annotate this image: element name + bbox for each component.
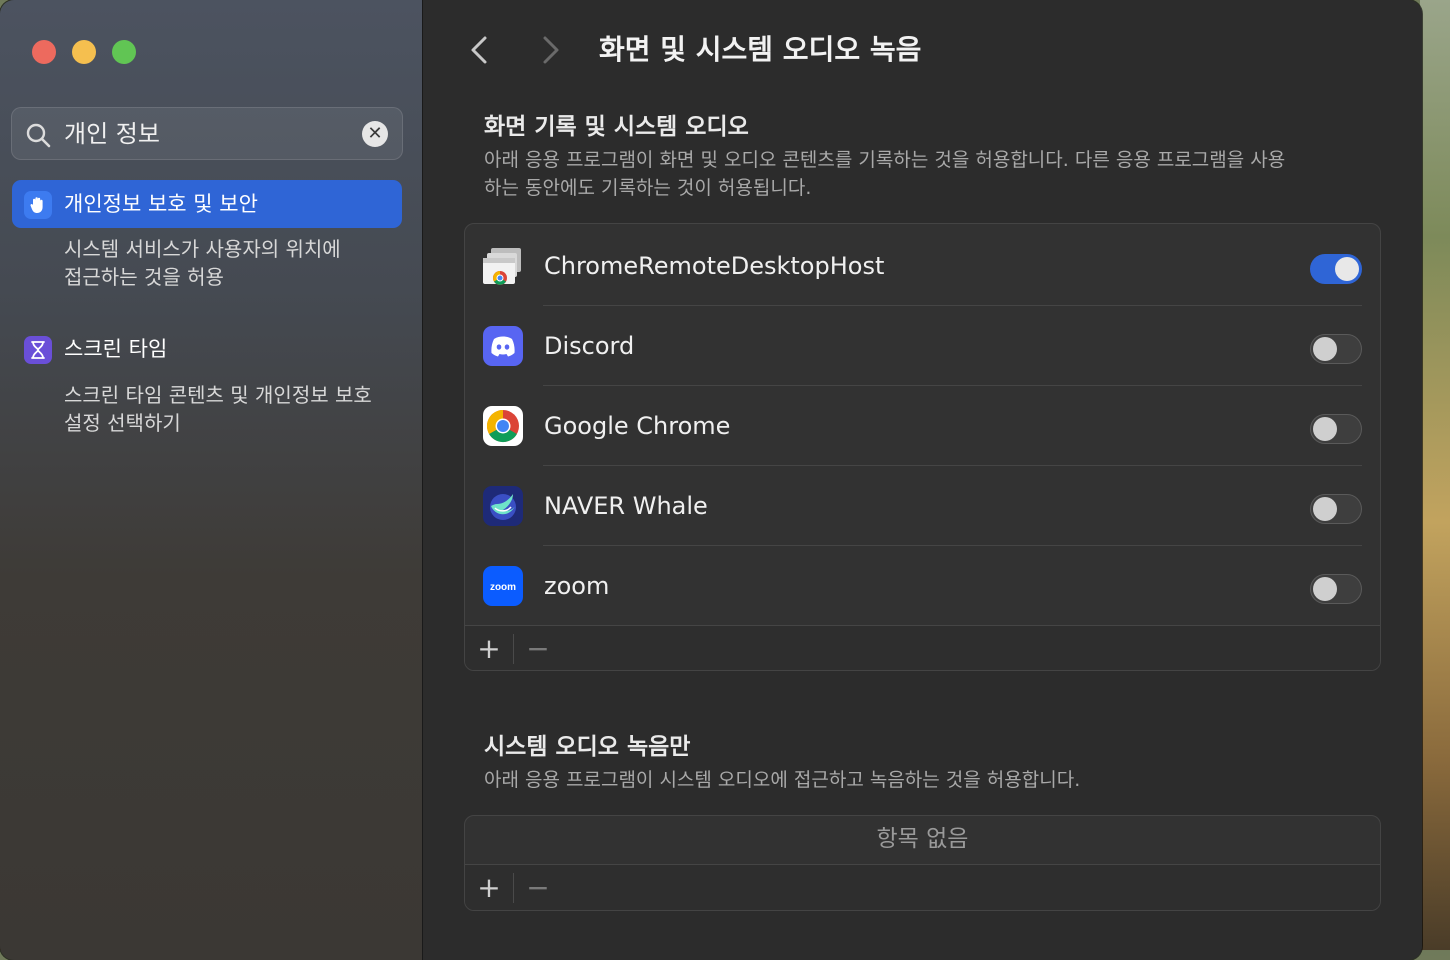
section-description-system-audio: 아래 응용 프로그램이 시스템 오디오에 접근하고 녹음하는 것을 허용합니다. (484, 769, 1081, 791)
sidebar-subitem-line: 접근하는 것을 허용 (64, 265, 224, 289)
app-row-naver-whale: NAVER Whale (465, 466, 1380, 546)
app-row-discord: Discord (465, 306, 1380, 386)
desktop-wallpaper (1420, 0, 1450, 950)
clear-search-icon[interactable]: ✕ (362, 121, 388, 147)
add-audio-app-button[interactable]: + (474, 873, 504, 903)
app-row-zoom: zoom zoom (465, 546, 1380, 626)
app-name: NAVER Whale (544, 492, 708, 520)
remove-app-button[interactable]: − (523, 634, 553, 664)
sidebar-item-privacy-security[interactable]: 개인정보 보호 및 보안 (12, 180, 402, 228)
sidebar-subitem-line: 스크린 타임 콘텐츠 및 개인정보 보호 (64, 383, 372, 407)
empty-list-label: 항목 없음 (876, 826, 969, 852)
hourglass-icon (24, 336, 52, 364)
sidebar: 개인 정보 ✕ 개인정보 보호 및 보안 시스템 서비스가 사용자의 위치에 접… (0, 0, 423, 960)
chrome-remote-desktop-icon (483, 246, 523, 286)
search-field[interactable]: 개인 정보 ✕ (11, 107, 403, 160)
footer-divider (513, 873, 514, 903)
section-title-system-audio: 시스템 오디오 녹음만 (484, 734, 691, 760)
chrome-icon (483, 406, 523, 446)
sidebar-item-label: 스크린 타임 (64, 337, 168, 361)
close-window-button[interactable] (32, 40, 56, 64)
section-title-screen-recording: 화면 기록 및 시스템 오디오 (484, 114, 749, 140)
naver-whale-toggle[interactable] (1310, 494, 1362, 524)
add-app-button[interactable]: + (474, 634, 504, 664)
search-icon (26, 123, 51, 148)
toggle-knob (1313, 337, 1337, 361)
forward-button[interactable] (535, 30, 565, 70)
toggle-knob (1313, 577, 1337, 601)
app-name: Google Chrome (544, 412, 731, 440)
app-name: zoom (544, 572, 610, 600)
maximize-window-button[interactable] (112, 40, 136, 64)
app-row-chromeremotedesktophost: ChromeRemoteDesktopHost (465, 226, 1380, 306)
description-line: 하는 동안에도 기록하는 것이 허용됩니다. (484, 177, 812, 199)
footer-divider (513, 634, 514, 664)
hand-icon (24, 191, 52, 219)
toggle-knob (1313, 417, 1337, 441)
list-footer: + − (465, 864, 1380, 910)
minimize-window-button[interactable] (72, 40, 96, 64)
sidebar-subitem-line: 시스템 서비스가 사용자의 위치에 (64, 237, 341, 261)
discord-toggle[interactable] (1310, 334, 1362, 364)
sidebar-subitem-screen-time-content[interactable]: 스크린 타임 콘텐츠 및 개인정보 보호 설정 선택하기 (64, 381, 404, 437)
search-input[interactable]: 개인 정보 (64, 119, 160, 149)
sidebar-item-label: 개인정보 보호 및 보안 (64, 192, 258, 216)
description-line: 아래 응용 프로그램이 화면 및 오디오 콘텐츠를 기록하는 것을 허용합니다.… (484, 149, 1286, 171)
toggle-knob (1335, 257, 1359, 281)
system-audio-app-list: 항목 없음 + − (464, 815, 1381, 911)
toggle-knob (1313, 497, 1337, 521)
remove-audio-app-button[interactable]: − (523, 873, 553, 903)
google-chrome-toggle[interactable] (1310, 414, 1362, 444)
sidebar-item-screen-time[interactable]: 스크린 타임 (12, 325, 402, 373)
screen-recording-app-list: ChromeRemoteDesktopHost Discord Google C… (464, 223, 1381, 671)
sidebar-subitem-location[interactable]: 시스템 서비스가 사용자의 위치에 접근하는 것을 허용 (64, 235, 404, 291)
section-description-screen-recording: 아래 응용 프로그램이 화면 및 오디오 콘텐츠를 기록하는 것을 허용합니다.… (484, 146, 1384, 202)
main-content: 화면 및 시스템 오디오 녹음 화면 기록 및 시스템 오디오 아래 응용 프로… (423, 0, 1422, 960)
page-title: 화면 및 시스템 오디오 녹음 (599, 33, 922, 66)
zoom-toggle[interactable] (1310, 574, 1362, 604)
app-name: ChromeRemoteDesktopHost (544, 252, 885, 280)
list-footer: + − (465, 625, 1380, 670)
app-row-google-chrome: Google Chrome (465, 386, 1380, 466)
chromeremotedesktophost-toggle[interactable] (1310, 254, 1362, 284)
discord-icon (483, 326, 523, 366)
settings-window: 개인 정보 ✕ 개인정보 보호 및 보안 시스템 서비스가 사용자의 위치에 접… (0, 0, 1422, 960)
back-button[interactable] (465, 30, 495, 70)
whale-icon (483, 486, 523, 526)
sidebar-subitem-line: 설정 선택하기 (64, 411, 181, 435)
zoom-icon-text: zoom (490, 582, 516, 593)
zoom-icon: zoom (483, 566, 523, 606)
app-name: Discord (544, 332, 635, 360)
